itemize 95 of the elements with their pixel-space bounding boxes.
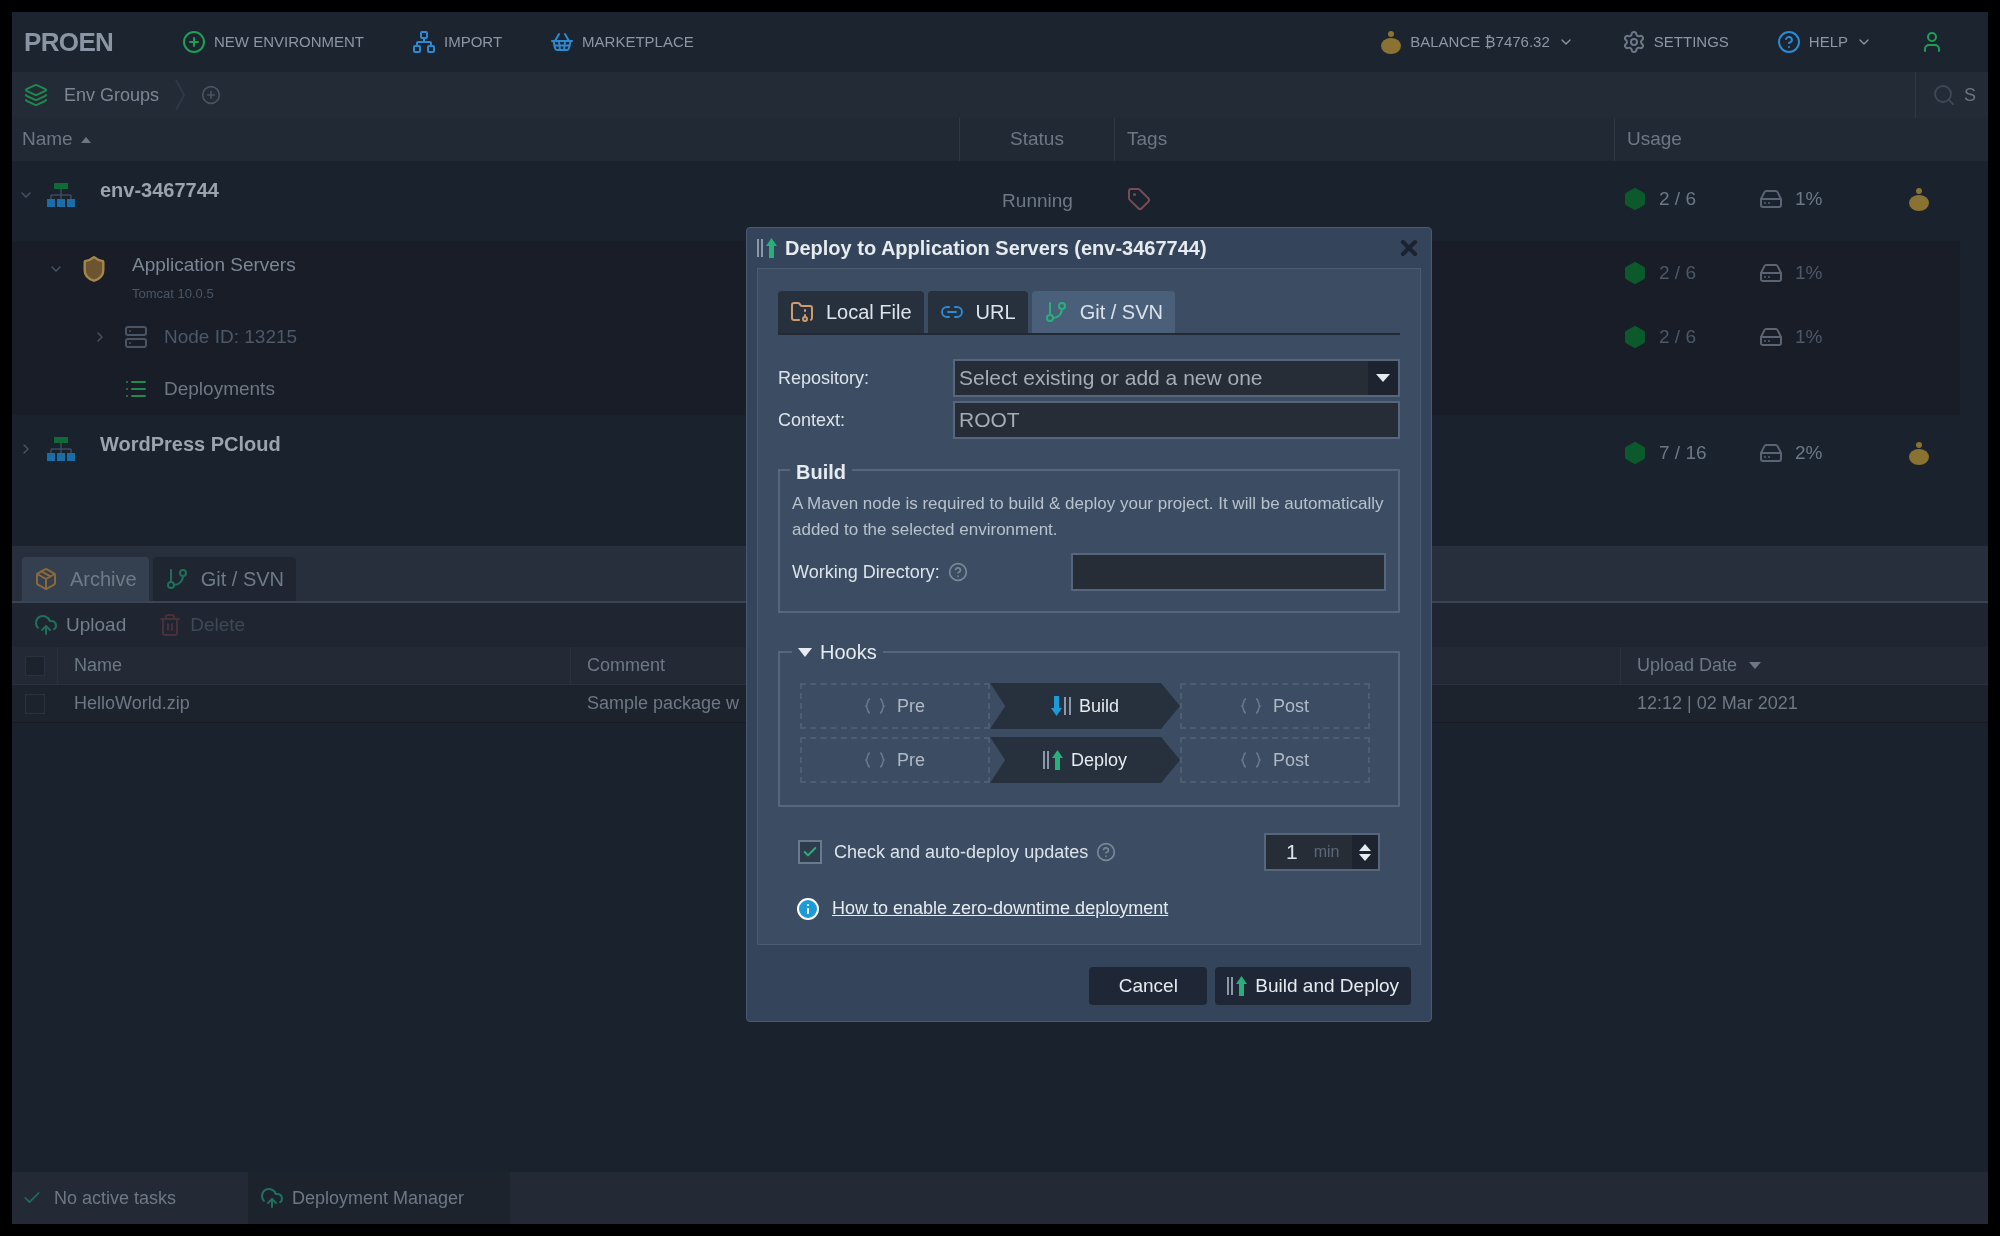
disk-usage: 1% — [1795, 324, 1823, 349]
cancel-button[interactable]: Cancel — [1089, 967, 1208, 1005]
layer-name: Application Servers — [132, 253, 296, 277]
branch-icon — [164, 567, 189, 591]
topbar-action[interactable]: NEW ENVIRONMENT — [214, 30, 364, 54]
column-header[interactable]: Name — [74, 652, 122, 679]
spinner-arrows-icon — [1352, 835, 1378, 869]
search-icon — [1932, 83, 1956, 107]
tag-icon[interactable] — [1127, 187, 1151, 211]
interval-spinner[interactable]: 1 min — [1264, 833, 1380, 871]
topbar-action[interactable]: MARKETPLACE — [582, 30, 694, 54]
topbar-action[interactable]: IMPORT — [444, 30, 503, 54]
context-field[interactable]: ROOT — [953, 401, 1400, 439]
add-group-icon[interactable] — [201, 85, 222, 105]
balance-button[interactable]: BALANCE ₿7476.32 — [1410, 30, 1550, 54]
info-icon — [796, 896, 820, 921]
cloud-upload-icon — [260, 1186, 284, 1210]
column-header[interactable]: Name — [22, 125, 73, 154]
column-header[interactable]: Comment — [587, 652, 666, 679]
disk-usage: 1% — [1795, 187, 1823, 211]
cloudlets-usage: 2 / 6 — [1659, 187, 1697, 211]
sort-descending-icon — [1749, 662, 1762, 669]
upload-date: 12:12 | 02 Mar 2021 — [1637, 693, 1798, 713]
deployment-manager-tab[interactable]: Deployment Manager — [248, 1172, 510, 1224]
disk-usage: 1% — [1795, 261, 1823, 285]
up-arrow-icon — [1227, 976, 1248, 996]
groups-icon — [24, 83, 48, 107]
post-hook-button[interactable]: Post — [1180, 683, 1370, 729]
repository-dropdown[interactable]: Select existing or add a new one — [953, 359, 1400, 397]
context-label: Context: — [778, 408, 847, 432]
working-directory-label: Working Directory: — [792, 560, 940, 584]
up-arrow-icon — [757, 238, 777, 258]
cloudlets-usage: 2 / 6 — [1659, 324, 1697, 349]
pre-hook-button[interactable]: Pre — [800, 683, 990, 729]
money-bag-icon — [1908, 187, 1930, 212]
branch-icon — [1043, 300, 1068, 324]
help-icon[interactable] — [1096, 842, 1117, 862]
column-header[interactable]: Status — [1010, 125, 1064, 154]
panel-tab[interactable]: Git / SVN — [152, 557, 297, 601]
braces-icon — [865, 698, 885, 714]
status-text: Running — [1002, 189, 1073, 213]
build-and-deploy-button[interactable]: Build and Deploy — [1215, 967, 1411, 1005]
plus-icon — [182, 30, 206, 54]
environment-name: WordPress PCloud — [100, 432, 281, 457]
node-id: Node ID: 13215 — [164, 324, 298, 349]
up-arrow-icon — [1043, 750, 1063, 770]
environment-name: env-3467744 — [100, 178, 219, 203]
column-header[interactable]: Usage — [1627, 125, 1682, 154]
repository-label: Repository: — [778, 366, 871, 390]
basket-icon — [550, 30, 575, 54]
file-name: HelloWorld.zip — [74, 693, 190, 713]
cloud-upload-icon — [34, 613, 58, 637]
braces-icon — [865, 752, 885, 768]
cloudlets-usage: 7 / 16 — [1659, 441, 1708, 465]
network-icon — [412, 30, 436, 54]
upload-button[interactable]: Upload — [34, 610, 127, 640]
trash-icon — [158, 613, 183, 637]
disk-usage: 2% — [1795, 441, 1823, 465]
auto-deploy-checkbox[interactable] — [798, 840, 822, 864]
down-arrow-icon — [1051, 696, 1071, 716]
build-note: A Maven node is required to build & deploy your project. It will be automatically added to the selected environment. — [792, 493, 1385, 541]
source-tab[interactable]: URL — [927, 291, 1028, 333]
zero-downtime-link[interactable]: How to enable zero-downtime deployment — [832, 895, 1169, 922]
help-button[interactable]: HELP — [1808, 30, 1848, 54]
build-step-button[interactable]: Build — [990, 683, 1180, 729]
source-tab[interactable]: Local File — [778, 291, 924, 333]
source-tab[interactable]: Git / SVN — [1031, 291, 1175, 333]
server-icon — [124, 325, 148, 349]
tasks-status: No active tasks — [54, 1186, 177, 1210]
help-icon[interactable] — [947, 562, 968, 582]
dialog-title: Deploy to Application Servers (env-3467744) — [785, 236, 1207, 261]
braces-icon — [1241, 698, 1261, 714]
braces-icon — [1241, 752, 1261, 768]
settings-button[interactable]: SETTINGS — [1653, 30, 1729, 54]
working-directory-field[interactable] — [1071, 553, 1386, 591]
cloudlets-usage: 2 / 6 — [1659, 261, 1697, 285]
layer-version: Tomcat 10.0.5 — [132, 284, 215, 303]
column-header[interactable]: Tags — [1127, 125, 1168, 154]
dropdown-caret-icon — [1376, 374, 1390, 382]
money-bag-icon — [1908, 441, 1930, 466]
settings-icon — [1621, 30, 1646, 54]
post-hook-button[interactable]: Post — [1180, 737, 1370, 783]
deploy-step-button[interactable]: Deploy — [990, 737, 1180, 783]
file-comment: Sample package w — [587, 693, 740, 713]
env-groups-button[interactable]: Env Groups — [64, 81, 160, 109]
network-icon — [46, 183, 76, 207]
help-icon — [1776, 30, 1801, 54]
network-icon — [46, 437, 76, 461]
pre-hook-button[interactable]: Pre — [800, 737, 990, 783]
money-bag-icon — [1380, 30, 1403, 54]
column-header[interactable]: Upload Date — [1637, 652, 1738, 679]
deployments-label: Deployments — [164, 376, 275, 401]
sort-ascending-icon — [80, 136, 91, 143]
logo: PROEN — [24, 25, 114, 59]
auto-deploy-label: Check and auto-deploy updates — [834, 840, 1089, 864]
